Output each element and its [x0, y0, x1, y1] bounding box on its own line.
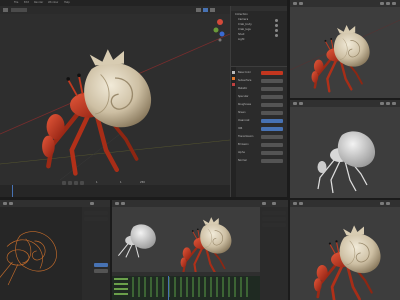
thumbnail-final-render[interactable]	[290, 200, 400, 300]
menu-render[interactable]: Render	[34, 1, 43, 5]
frame-start[interactable]: 1	[120, 181, 122, 185]
timeline-bar: 1 1 250	[0, 180, 230, 197]
base-color-swatch[interactable]	[261, 71, 283, 75]
properties-panel: Base Color Subsurface Metallic Specular …	[231, 67, 287, 197]
thumbnail-wireframe-xray[interactable]	[0, 200, 110, 300]
visibility-eye-icon[interactable]	[275, 24, 278, 27]
dope-sheet[interactable]	[112, 272, 260, 300]
frame-current[interactable]: 1	[96, 181, 98, 185]
play-reverse-button[interactable]	[68, 181, 72, 185]
view-icon[interactable]	[3, 8, 8, 12]
right-props	[260, 207, 288, 300]
navigation-gizmo[interactable]	[212, 16, 228, 42]
outliner-panel: Collection Camera Crab_body Crab_legs Sh…	[231, 6, 287, 66]
viewport-scene	[0, 33, 231, 181]
main-blender-window: File Edit Render Window Help 1 1 250 Col…	[0, 0, 287, 197]
3d-viewport[interactable]	[0, 14, 231, 181]
prop-label: Base Color	[238, 71, 251, 74]
crab-render-thumb	[290, 19, 400, 93]
play-button[interactable]	[74, 181, 78, 185]
clay-crab-model	[317, 131, 376, 194]
prop-label: Specular	[238, 95, 249, 98]
prop-label: Subsurface	[238, 79, 252, 82]
prop-field[interactable]	[261, 111, 283, 115]
thumbnail-animation-timeline[interactable]	[112, 200, 288, 300]
shading-render-icon[interactable]	[210, 8, 215, 12]
outliner-item[interactable]: Crab_legs	[238, 28, 251, 32]
jump-end-button[interactable]	[80, 181, 84, 185]
prop-label: Alpha	[238, 151, 245, 154]
prop-slider[interactable]	[261, 119, 283, 123]
menu-help[interactable]: Help	[64, 1, 70, 5]
render-props-icon[interactable]	[232, 71, 235, 74]
final-crab-render	[312, 224, 382, 300]
frame-end[interactable]: 250	[140, 181, 145, 185]
menu-file[interactable]: File	[14, 1, 18, 5]
animation-scene	[118, 216, 233, 277]
prop-field[interactable]	[261, 159, 283, 163]
visibility-eye-icon[interactable]	[275, 34, 278, 37]
viewport-header	[0, 6, 230, 14]
prop-field[interactable]	[261, 103, 283, 107]
outliner-item[interactable]: Crab_body	[238, 23, 252, 27]
prop-label: Roughness	[238, 103, 252, 106]
object-mode-icon[interactable]	[11, 8, 27, 12]
shading-material-icon[interactable]	[203, 8, 208, 12]
prop-label: IOR	[238, 127, 243, 130]
menu-edit[interactable]: Edit	[24, 1, 29, 5]
side-panel	[82, 207, 110, 300]
prop-field[interactable]	[261, 95, 283, 99]
wireframe-crab	[0, 231, 57, 286]
prop-label: Transmission	[238, 135, 254, 138]
outliner-item[interactable]: Collection	[235, 13, 248, 17]
prop-label: Sheen	[238, 111, 246, 114]
outliner-item[interactable]: Light	[238, 38, 244, 42]
prop-field[interactable]	[261, 79, 283, 83]
object-props-icon[interactable]	[232, 77, 235, 80]
thumbnail-clay-render[interactable]	[290, 100, 400, 198]
prop-label: Emission	[238, 143, 249, 146]
thumbnail-solid-view[interactable]	[290, 0, 400, 98]
menu-window[interactable]: Window	[48, 1, 58, 5]
selected-field[interactable]	[94, 263, 108, 267]
playhead[interactable]	[12, 185, 13, 197]
prop-field[interactable]	[261, 143, 283, 147]
visibility-eye-icon[interactable]	[275, 19, 278, 22]
prop-label: Metallic	[238, 87, 248, 90]
shading-solid-icon[interactable]	[196, 8, 201, 12]
prop-field[interactable]	[261, 87, 283, 91]
prop-slider[interactable]	[261, 127, 283, 131]
grid-line	[0, 139, 231, 165]
outliner-item[interactable]: Shell	[238, 33, 244, 37]
prop-label: Clearcoat	[238, 119, 250, 122]
material-props-icon[interactable]	[232, 83, 235, 86]
prop-field[interactable]	[261, 135, 283, 139]
jump-start-button[interactable]	[62, 181, 66, 185]
outliner-item[interactable]: Camera	[238, 18, 248, 22]
prop-label: Normal	[238, 159, 247, 162]
visibility-eye-icon[interactable]	[275, 29, 278, 32]
hermit-crab-model	[42, 49, 151, 173]
prop-field[interactable]	[261, 151, 283, 155]
